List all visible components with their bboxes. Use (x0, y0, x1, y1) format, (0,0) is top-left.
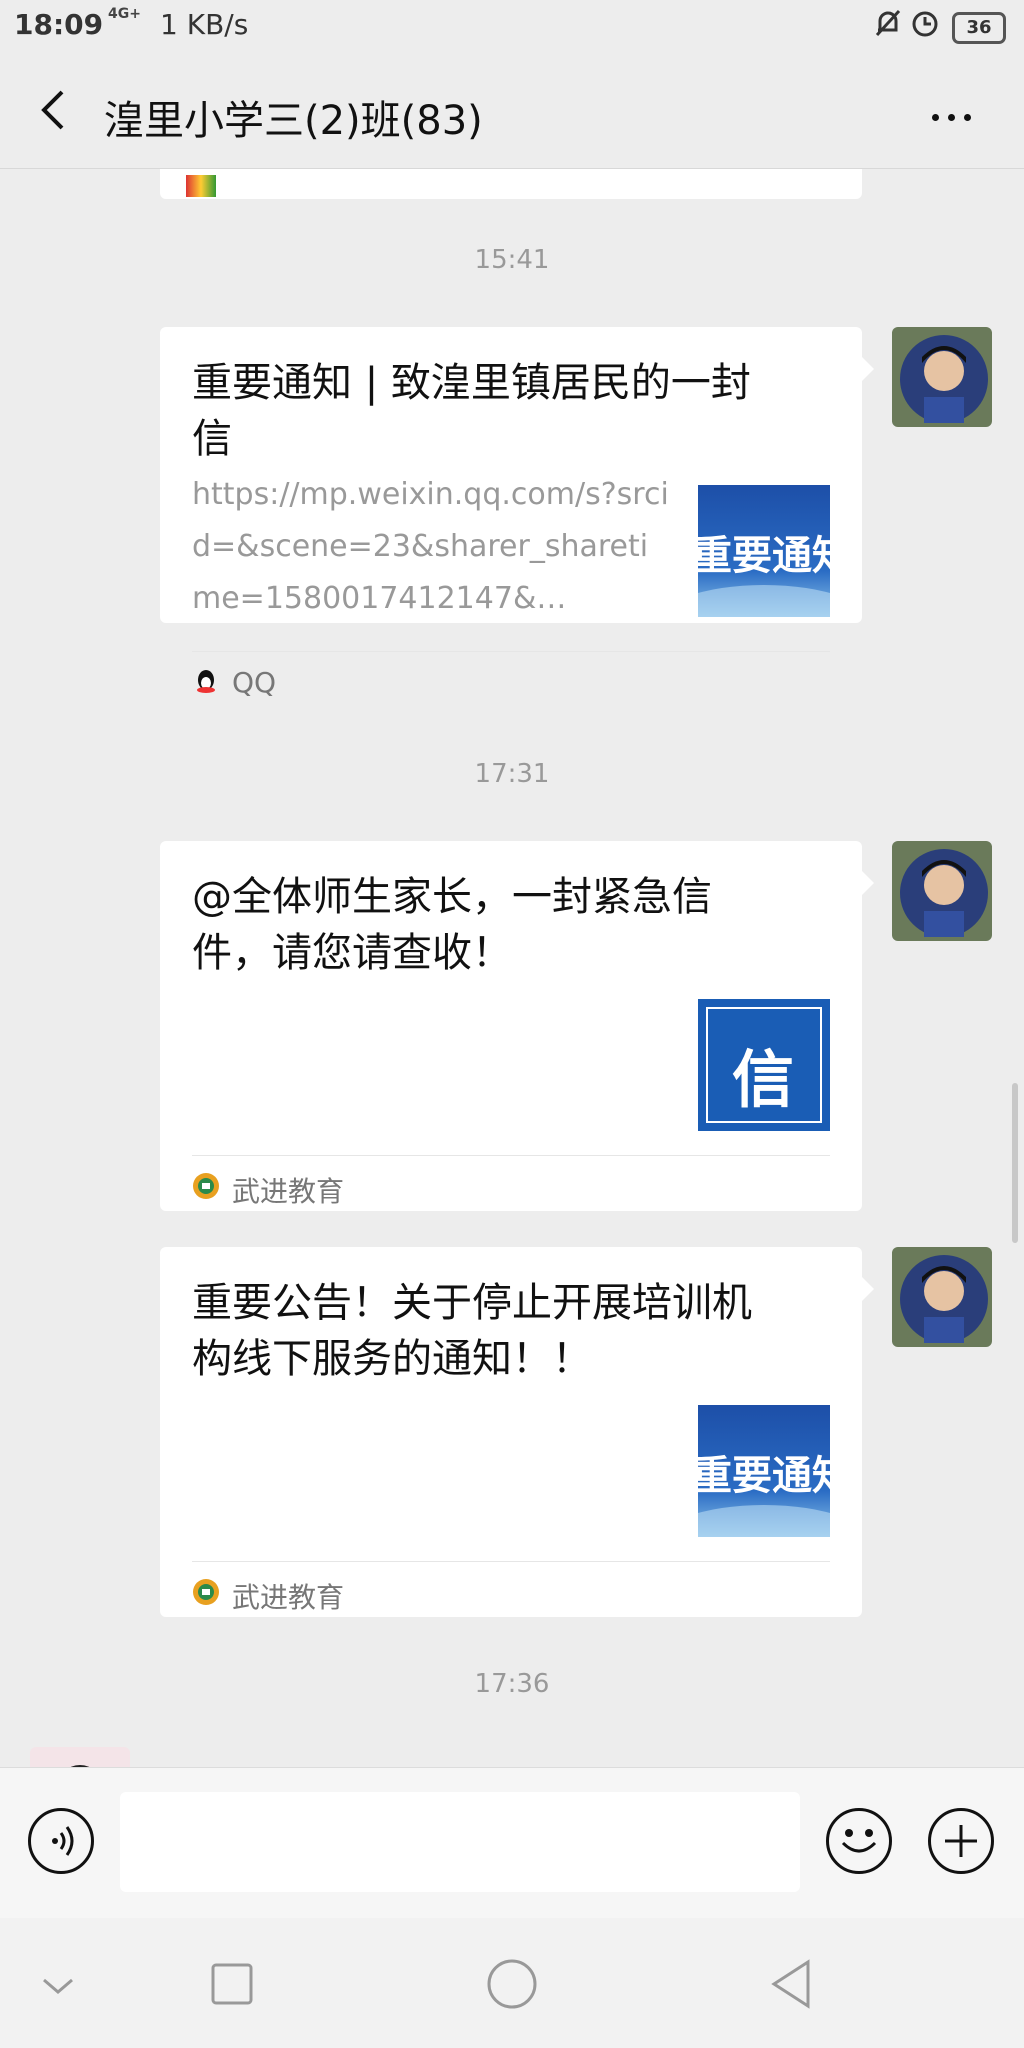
education-logo-icon (192, 1172, 220, 1200)
network-type: 4G+ (108, 6, 141, 22)
mute-icon (874, 8, 902, 45)
navigation-bar (0, 1918, 1024, 2048)
message-input[interactable] (120, 1792, 800, 1892)
avatar[interactable] (892, 1247, 992, 1347)
sender-avatar[interactable] (30, 1747, 130, 1767)
timestamp: 17:31 (474, 759, 550, 789)
partial-source-icon (186, 175, 216, 197)
chat-header: 湟里小学三(2)班(83) (0, 52, 1024, 169)
alarm-icon (910, 8, 940, 45)
thumbnail-text: 重要通知 (698, 532, 830, 579)
emoji-icon[interactable] (826, 1808, 892, 1874)
thumbnail-text: 信 (732, 1043, 795, 1116)
link-card[interactable]: @全体师生家长，一封紧急信件，请您请查收！ 信 武进教育 (160, 841, 874, 1214)
card-footer: 武进教育 (192, 1155, 830, 1214)
link-card[interactable]: 重要通知 | 致湟里镇居民的一封信 https://mp.weixin.qq.c… (160, 327, 874, 699)
timestamp: 17:36 (474, 1669, 550, 1699)
education-logo-icon (192, 1578, 220, 1606)
card-source: 武进教育 (232, 1581, 345, 1614)
nav-back-icon[interactable] (762, 1954, 822, 2014)
chat-messages[interactable]: 15:41 重要通知 | 致湟里镇居民的一封信 https://mp.weixi… (0, 169, 1024, 1767)
more-options-icon[interactable] (932, 106, 980, 121)
add-attachment-icon[interactable] (928, 1808, 994, 1874)
card-thumbnail: 重要通知 (698, 485, 830, 617)
scrollbar[interactable] (1012, 1083, 1018, 1243)
status-time: 18:09 (14, 8, 104, 41)
battery-indicator: 36 (952, 12, 1006, 44)
input-bar (0, 1767, 1024, 1918)
card-title: 重要公告！关于停止开展培训机构线下服务的通知！！ (192, 1280, 752, 1382)
card-footer: 武进教育 (192, 1561, 830, 1620)
card-source: QQ (232, 666, 277, 699)
card-title: 重要通知 | 致湟里镇居民的一封信 (192, 360, 751, 462)
thumbnail-text: 重要通知 (698, 1452, 830, 1499)
card-thumbnail: 信 (698, 999, 830, 1131)
back-arrow-icon[interactable] (34, 86, 70, 134)
card-title: @全体师生家长，一封紧急信件，请您请查收！ (192, 874, 712, 976)
avatar[interactable] (892, 841, 992, 941)
network-speed: 1 KB/s (160, 8, 249, 41)
link-card-partial[interactable] (160, 169, 862, 199)
status-bar: 18:09 4G+ 1 KB/s 36 (0, 0, 1024, 52)
card-description: https://mp.weixin.qq.com/s?srcid=&scene=… (192, 477, 669, 616)
card-thumbnail: 重要通知 (698, 1405, 830, 1537)
qq-icon (192, 668, 220, 696)
timestamp: 15:41 (474, 245, 550, 275)
chat-title: 湟里小学三(2)班(83) (104, 98, 483, 144)
nav-home-icon[interactable] (482, 1954, 542, 2014)
voice-input-icon[interactable] (28, 1808, 94, 1874)
nav-recents-icon[interactable] (202, 1954, 262, 2014)
nav-collapse-icon[interactable] (28, 1954, 88, 2014)
link-card[interactable]: 重要公告！关于停止开展培训机构线下服务的通知！！ 重要通知 武进教育 (160, 1247, 874, 1620)
card-footer: QQ (192, 651, 830, 710)
avatar[interactable] (892, 327, 992, 427)
card-source: 武进教育 (232, 1175, 345, 1208)
